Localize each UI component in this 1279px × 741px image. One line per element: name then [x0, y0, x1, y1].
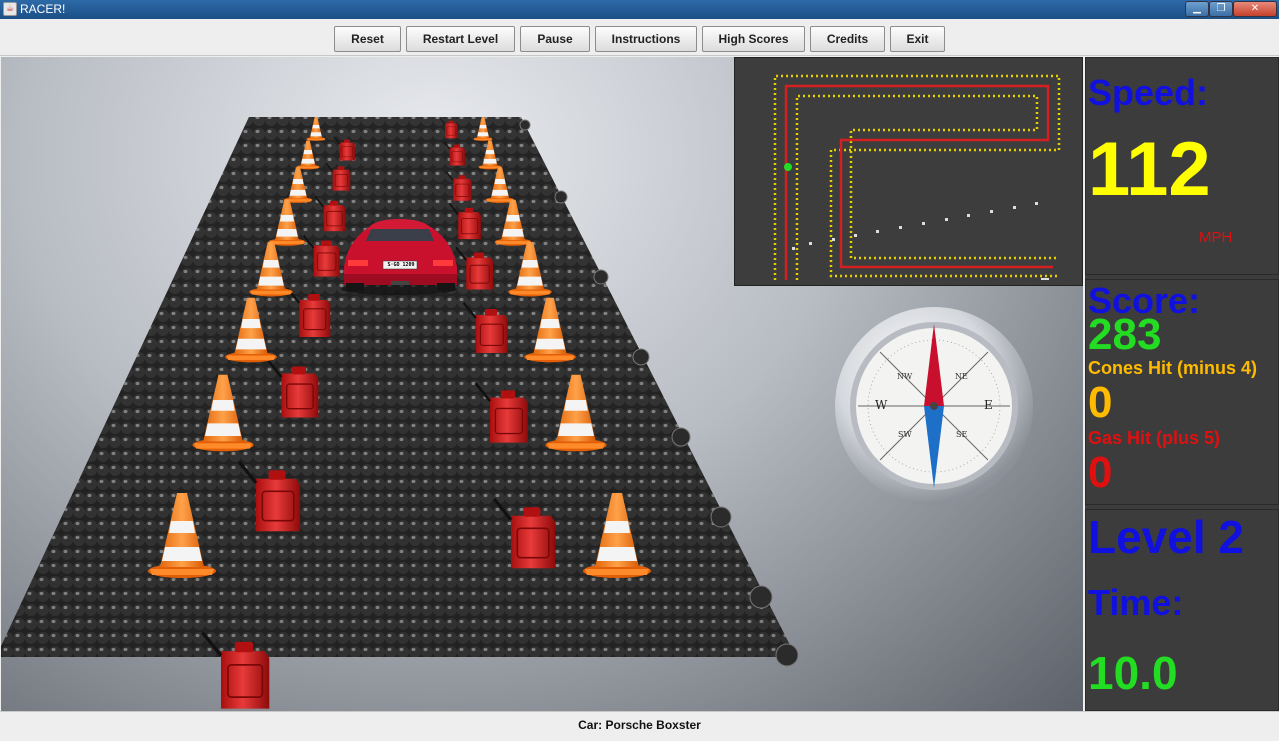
- title-bar: ☕ RACER! ▁ ❐ ✕: [0, 0, 1279, 19]
- cones-hit-value: 0: [1088, 378, 1113, 427]
- window-title: RACER!: [20, 2, 66, 16]
- time-label: Time:: [1088, 582, 1184, 623]
- speed-unit: MPH: [1199, 229, 1233, 246]
- time-value: 10.0: [1088, 647, 1178, 699]
- compass-label-se: SE: [956, 430, 968, 439]
- compass-label-ne: NE: [955, 372, 968, 381]
- compass-label-e: E: [984, 398, 993, 412]
- toolbar: Reset Restart Level Pause Instructions H…: [0, 19, 1279, 56]
- score-value: 283: [1088, 310, 1162, 359]
- reset-button[interactable]: Reset: [334, 26, 401, 52]
- credits-button[interactable]: Credits: [810, 26, 885, 52]
- license-plate: S·GO 1209: [387, 262, 415, 268]
- close-button[interactable]: ✕: [1233, 1, 1277, 17]
- minimize-button[interactable]: ▁: [1185, 1, 1209, 17]
- speed-label: Speed:: [1088, 72, 1209, 113]
- cones-hit-label: Cones Hit (minus 4): [1088, 358, 1258, 378]
- car-name-text: Car: Porsche Boxster: [578, 718, 701, 732]
- player-position-marker: [784, 163, 792, 171]
- speed-panel: Speed: 112 MPH: [1085, 57, 1279, 275]
- compass-icon: NW NE W E SW SE: [834, 306, 1034, 506]
- hud-sidebar: Speed: 112 MPH Score: 283 Cones Hit (min…: [1085, 57, 1279, 711]
- track-minimap: [734, 57, 1083, 286]
- high-scores-button[interactable]: High Scores: [702, 26, 805, 52]
- restart-level-button[interactable]: Restart Level: [406, 26, 515, 52]
- maximize-button[interactable]: ❐: [1209, 1, 1233, 17]
- exit-button[interactable]: Exit: [890, 26, 945, 52]
- gas-hit-label: Gas Hit (plus 5): [1088, 428, 1221, 448]
- level-time-panel: Level 2 Time: 10.0: [1085, 509, 1279, 711]
- score-panel: Score: 283 Cones Hit (minus 4) 0 Gas Hit…: [1085, 279, 1279, 505]
- pause-button[interactable]: Pause: [520, 26, 590, 52]
- status-bar: Car: Porsche Boxster: [0, 711, 1279, 741]
- java-app-icon: ☕: [3, 2, 17, 16]
- compass-label-w: W: [875, 398, 888, 412]
- gas-hit-value: 0: [1088, 448, 1113, 497]
- compass-label-nw: NW: [897, 372, 913, 381]
- compass-label-sw: SW: [898, 430, 912, 439]
- speed-value: 112: [1088, 127, 1211, 212]
- level-label: Level 2: [1088, 511, 1244, 563]
- instructions-button[interactable]: Instructions: [595, 26, 697, 52]
